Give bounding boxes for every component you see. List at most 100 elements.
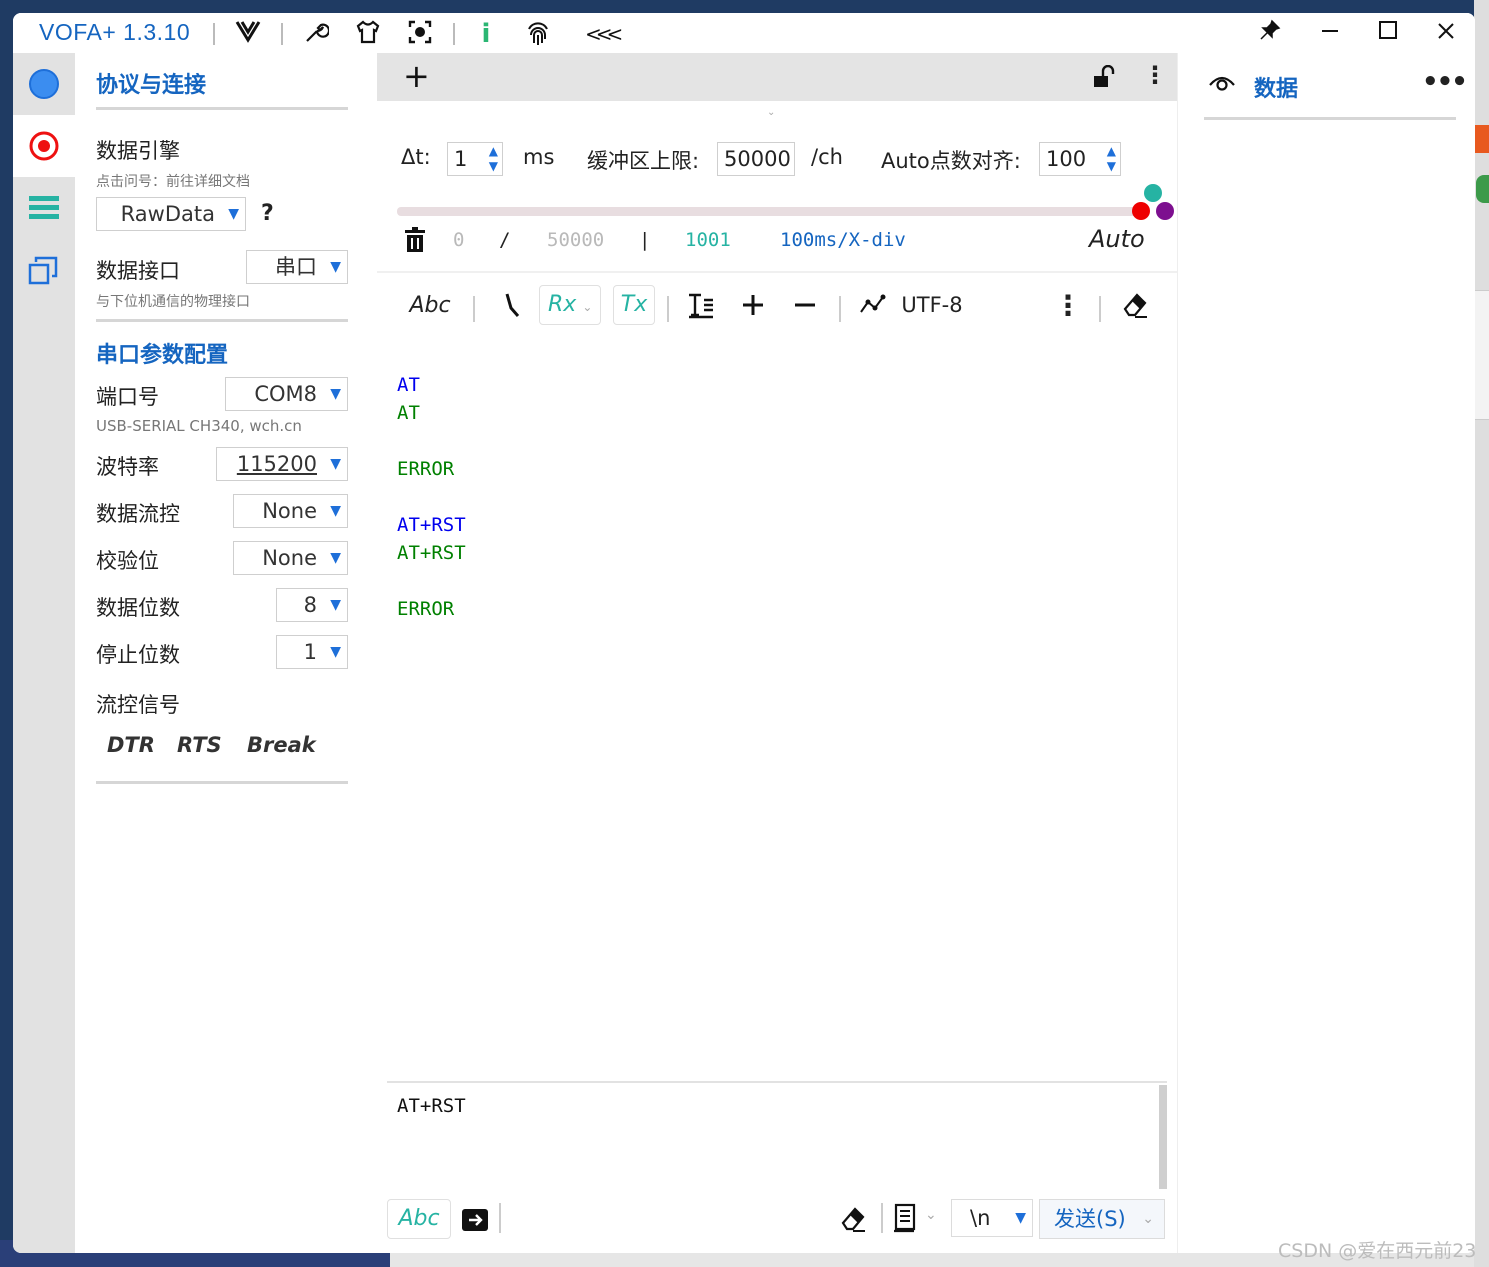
dropdown-arrow-icon: ▼ — [330, 644, 341, 660]
more-horizontal-icon[interactable]: ••• — [1422, 67, 1468, 97]
receive-log[interactable]: AT AT ERROR AT+RST AT+RST ERROR — [397, 371, 466, 623]
add-tab-button[interactable]: + — [403, 57, 430, 95]
wrench-icon[interactable] — [301, 19, 331, 49]
interface-hint: 与下位机通信的物理接口 — [96, 294, 250, 310]
tshirt-icon[interactable] — [353, 19, 383, 49]
send-abc-button[interactable]: Abc — [387, 1199, 451, 1239]
help-button[interactable]: ? — [261, 201, 274, 226]
send-button[interactable]: 发送(S) ⌄ — [1039, 1199, 1165, 1239]
rail-item-windows[interactable] — [13, 239, 75, 301]
stat-scale[interactable]: 100ms/X-div — [780, 229, 906, 251]
close-button[interactable] — [1431, 19, 1461, 49]
toolbar-separator — [881, 1203, 883, 1233]
desktop-app-icon — [1474, 125, 1489, 153]
buffer-label: 缓冲区上限: — [587, 149, 700, 173]
divider — [96, 319, 348, 322]
databits-select[interactable]: 8 ▼ — [276, 588, 348, 622]
config-panel: 协议与连接 数据引擎 点击问号：前往详细文档 RawData ▼ ? 数据接口 串… — [75, 53, 377, 1253]
line-ending-select[interactable]: \n ▼ — [951, 1199, 1033, 1237]
auto-align-label: Auto点数对齐: — [881, 149, 1021, 173]
baud-select[interactable]: 115200 ▼ — [216, 447, 348, 481]
channel-dot-red[interactable] — [1132, 202, 1150, 220]
chevron-down-icon[interactable]: ⌄ — [1142, 1200, 1154, 1238]
zoom-in-icon[interactable] — [737, 285, 769, 325]
spin-arrows-icon[interactable]: ▲ ▼ — [1107, 144, 1116, 174]
vofa-logo-icon[interactable] — [233, 19, 263, 49]
rts-toggle[interactable]: RTS — [177, 733, 222, 757]
flow-select[interactable]: None ▼ — [233, 494, 348, 528]
clear-send-eraser-icon[interactable] — [839, 1205, 867, 1237]
collapse-left-icon[interactable]: <<< — [585, 19, 623, 49]
timestamp-icon[interactable] — [497, 285, 527, 325]
buffer-slider[interactable] — [397, 207, 1145, 216]
engine-hint[interactable]: 点击问号：前往详细文档 — [96, 171, 250, 191]
connection-status-icon[interactable] — [13, 53, 75, 115]
parity-select[interactable]: None ▼ — [233, 541, 348, 575]
trash-icon[interactable] — [403, 227, 427, 258]
zoom-out-icon[interactable] — [789, 285, 821, 325]
eraser-icon[interactable] — [1119, 285, 1151, 325]
stat-max: 50000 — [547, 229, 605, 251]
file-send-icon[interactable] — [461, 1205, 489, 1237]
dt-value: 1 — [454, 147, 468, 171]
encoding-select[interactable]: UTF-8 — [897, 285, 967, 325]
windows-icon — [28, 256, 58, 285]
break-toggle[interactable]: Break — [247, 733, 316, 757]
list-icon — [29, 196, 59, 219]
screenshot-icon[interactable] — [405, 19, 435, 49]
text-format-icon[interactable] — [685, 285, 717, 325]
abc-display-button[interactable]: Abc — [407, 285, 453, 325]
rx-button[interactable]: Rx ⌄ — [539, 285, 601, 325]
pin-icon[interactable] — [1255, 19, 1285, 49]
engine-select[interactable]: RawData ▼ — [96, 197, 246, 231]
scrollbar[interactable] — [1159, 1085, 1167, 1189]
auto-mode-button[interactable]: Auto — [1089, 225, 1145, 253]
rail-item-controls[interactable] — [13, 177, 75, 239]
send-input[interactable]: AT+RST — [397, 1095, 466, 1117]
divider — [96, 107, 348, 110]
parity-label: 校验位 — [96, 549, 159, 573]
drag-handle-icon[interactable]: ⌄ — [767, 107, 775, 118]
channel-dot-purple[interactable] — [1156, 202, 1174, 220]
channel-dot-teal[interactable] — [1144, 184, 1162, 202]
dropdown-arrow-icon: ▼ — [330, 259, 341, 275]
send-button-label: 发送(S) — [1054, 1207, 1126, 1231]
rail-item-protocol[interactable] — [13, 115, 75, 177]
log-line: ERROR — [397, 458, 455, 480]
dt-spinner[interactable]: 1 ▲ ▼ — [447, 142, 503, 176]
baud-select-value: 115200 — [236, 452, 317, 476]
buffer-input[interactable]: 50000 — [717, 142, 795, 176]
unlock-icon[interactable] — [1091, 64, 1115, 93]
divider — [1204, 117, 1456, 120]
flow-label: 数据流控 — [96, 502, 180, 526]
databits-label: 数据位数 — [96, 596, 180, 620]
app-title: VOFA+ 1.3.10 — [39, 19, 191, 45]
more-vertical-icon[interactable]: ⋮ — [1143, 61, 1167, 89]
toolbar-separator — [473, 296, 475, 322]
auto-align-spinner[interactable]: 100 ▲ ▼ — [1039, 142, 1121, 176]
data-panel: 数据 ••• — [1177, 53, 1475, 1253]
port-select[interactable]: COM8 ▼ — [225, 377, 348, 411]
rx-label: Rx — [548, 292, 577, 317]
dropdown-arrow-icon: ▼ — [330, 456, 341, 472]
data-panel-title: 数据 — [1254, 77, 1299, 102]
maximize-button[interactable] — [1373, 19, 1403, 49]
interface-select[interactable]: 串口 ▼ — [246, 250, 348, 284]
spin-arrows-icon[interactable]: ▲ ▼ — [489, 144, 498, 174]
toolbar-separator — [667, 296, 669, 322]
eye-icon[interactable] — [1208, 73, 1236, 97]
send-input-area[interactable]: AT+RST — [387, 1081, 1167, 1193]
databits-select-value: 8 — [303, 593, 317, 617]
dtr-toggle[interactable]: DTR — [107, 733, 155, 757]
minimize-button[interactable] — [1315, 19, 1345, 49]
tx-button[interactable]: Tx — [613, 285, 655, 325]
chevron-down-icon[interactable]: ⌄ — [925, 1207, 937, 1223]
waveform-icon[interactable] — [857, 285, 889, 325]
more-vertical-icon[interactable]: ⋮ — [1053, 285, 1083, 325]
send-history-icon[interactable] — [893, 1203, 919, 1237]
stopbits-select[interactable]: 1 ▼ — [276, 635, 348, 669]
title-separator — [213, 23, 215, 45]
fingerprint-icon[interactable] — [523, 19, 553, 49]
info-icon[interactable]: i — [471, 19, 501, 49]
